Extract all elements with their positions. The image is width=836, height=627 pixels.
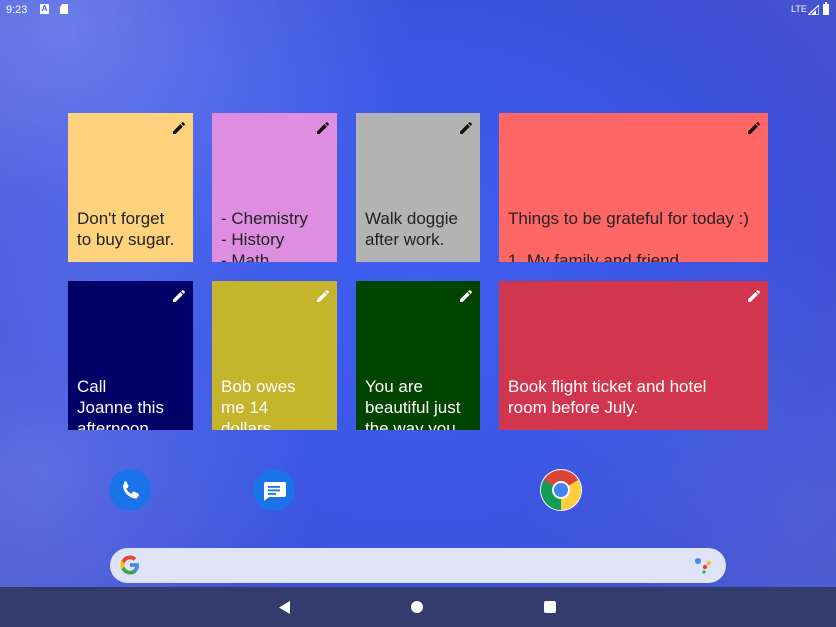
back-icon[interactable]	[279, 601, 291, 614]
edit-pencil-icon[interactable]	[171, 288, 187, 304]
network-type: LTE	[791, 4, 807, 14]
sticky-note-widget[interactable]: You are beautiful just the way you are!	[356, 281, 480, 430]
messages-app-icon[interactable]	[253, 469, 295, 511]
a-notification-icon: A	[40, 4, 49, 14]
phone-icon	[122, 481, 139, 499]
edit-pencil-icon[interactable]	[171, 120, 187, 136]
edit-pencil-icon[interactable]	[746, 288, 762, 304]
google-search-bar[interactable]	[110, 548, 726, 583]
sticky-note-widget[interactable]: Bob owes me 14 dollars.	[212, 281, 337, 430]
edit-pencil-icon[interactable]	[315, 120, 331, 136]
note-text: You are beautiful just the way you are!	[365, 377, 461, 430]
note-text: Walk doggie after work.	[365, 209, 458, 249]
sticky-note-widget[interactable]: - Chemistry - History - Math - Physics -…	[212, 113, 337, 262]
battery-icon	[823, 2, 829, 15]
note-text: Call Joanne this afternoon.	[77, 377, 164, 430]
chrome-app-icon[interactable]	[540, 469, 582, 511]
google-g-icon	[120, 555, 139, 575]
sticky-note-widget[interactable]: Don't forget to buy sugar.	[68, 113, 193, 262]
chrome-icon	[541, 470, 581, 510]
note-text: Book flight ticket and hotel room before…	[508, 377, 707, 417]
recents-icon[interactable]	[544, 601, 556, 613]
messages-icon	[264, 482, 286, 501]
home-icon[interactable]	[411, 601, 423, 613]
sd-card-icon	[60, 4, 68, 14]
sticky-note-widget[interactable]: Call Joanne this afternoon.	[68, 281, 193, 430]
edit-pencil-icon[interactable]	[315, 288, 331, 304]
note-text: Things to be grateful for today :) 1. My…	[508, 209, 749, 262]
edit-pencil-icon[interactable]	[746, 120, 762, 136]
sticky-note-widget[interactable]: Walk doggie after work.	[356, 113, 480, 262]
note-text: - Chemistry - History - Math - Physics -…	[221, 209, 308, 262]
signal-icon	[808, 5, 819, 15]
status-bar: 9:23 A LTE	[0, 0, 836, 20]
sticky-note-widget[interactable]: Book flight ticket and hotel room before…	[499, 281, 768, 430]
status-time: 9:23	[6, 4, 28, 16]
edit-pencil-icon[interactable]	[458, 288, 474, 304]
note-text: Bob owes me 14 dollars.	[221, 377, 296, 430]
note-text: Don't forget to buy sugar.	[77, 209, 175, 249]
navigation-bar	[0, 587, 836, 627]
edit-pencil-icon[interactable]	[458, 120, 474, 136]
assistant-icon[interactable]	[694, 556, 714, 574]
sticky-note-widget[interactable]: Things to be grateful for today :) 1. My…	[499, 113, 768, 262]
phone-app-icon[interactable]	[109, 469, 151, 511]
